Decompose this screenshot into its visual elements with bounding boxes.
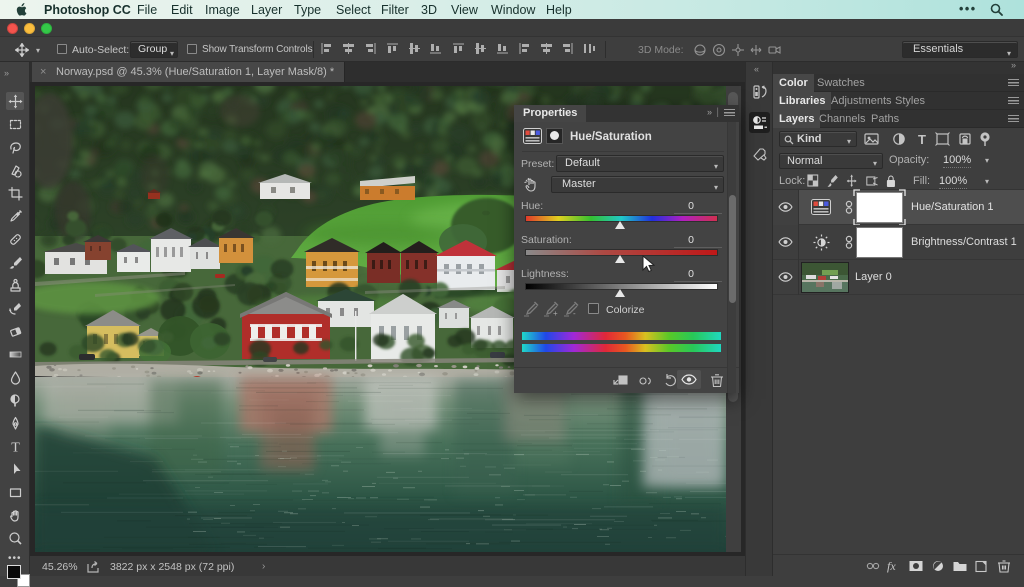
svg-text:fx: fx bbox=[887, 559, 896, 573]
svg-text:+: + bbox=[553, 309, 558, 317]
svg-text:T: T bbox=[11, 440, 20, 454]
svg-text:-: - bbox=[573, 309, 576, 317]
svg-text:T: T bbox=[918, 132, 926, 147]
